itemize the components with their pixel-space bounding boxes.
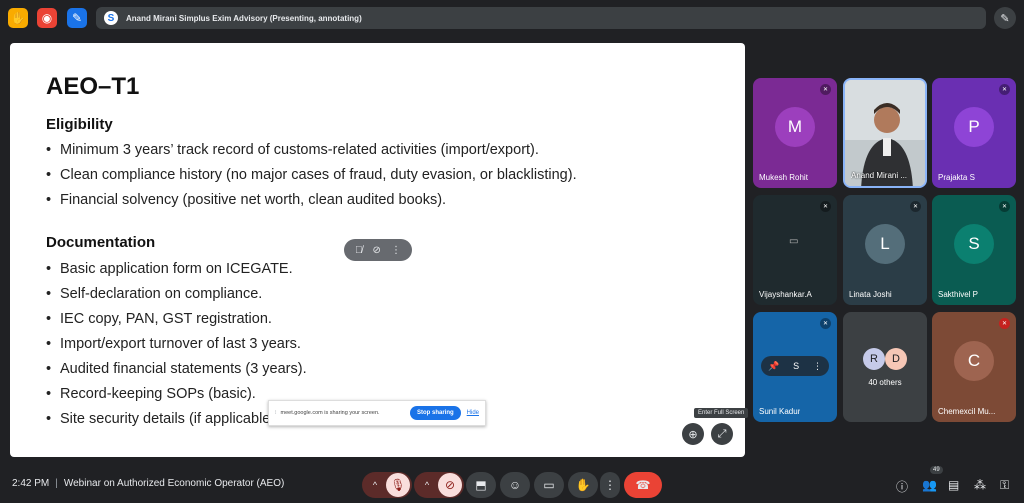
captions-button[interactable]: ▭ — [534, 472, 564, 498]
avatar: R — [863, 348, 885, 370]
separator: | — [55, 478, 58, 489]
slide-title: AEO–T1 — [46, 73, 140, 100]
list-item: Basic application form on ICEGATE. — [46, 257, 307, 282]
participant-name: Sunil Kadur — [759, 407, 801, 416]
list-item: IEC copy, PAN, GST registration. — [46, 307, 307, 332]
leave-call-button[interactable]: ☎ — [624, 472, 662, 498]
meeting-info: 2:42 PM | Webinar on Authorized Economic… — [12, 478, 284, 489]
others-tile[interactable]: R D 40 others — [843, 312, 927, 422]
raise-hand-button[interactable]: ✋ — [568, 472, 598, 498]
participant-tile[interactable]: ✕ P Prajakta S — [932, 78, 1016, 188]
bottom-bar: 2:42 PM | Webinar on Authorized Economic… — [0, 466, 1024, 503]
annotate-icon[interactable]: ✎ — [994, 7, 1016, 29]
emoji-button[interactable]: ☺ — [500, 472, 530, 498]
documentation-heading: Documentation — [46, 234, 156, 251]
pin-icon[interactable]: 📌 — [768, 361, 779, 372]
shared-slide: AEO–T1 Eligibility Minimum 3 years’ trac… — [10, 43, 745, 457]
list-item: Minimum 3 years’ track record of customs… — [46, 138, 577, 163]
info-icon[interactable]: ⓘ — [896, 478, 908, 495]
avatar: S — [954, 224, 994, 264]
chat-icon[interactable]: ▤ — [948, 478, 959, 492]
mic-muted-icon: ✕ — [820, 201, 831, 212]
drag-handle-icon[interactable]: ⁞ — [275, 410, 277, 416]
notes-icon[interactable]: ✎ — [67, 8, 87, 28]
participant-name: Linata Joshi — [849, 290, 892, 299]
sharing-notice-text: meet.google.com is sharing your screen. — [280, 410, 380, 416]
participant-count-badge: 49 — [930, 466, 943, 474]
camera-off-button[interactable]: ⊘ — [438, 473, 462, 497]
participant-name: Vijayshankar.A — [759, 290, 812, 299]
participant-tile-presenter[interactable]: ▮ Anand Mirani ... — [843, 78, 927, 188]
others-label: 40 others — [868, 378, 902, 387]
logo-icon: S — [793, 361, 800, 371]
participant-tile[interactable]: ✕ C Chemexcil Mu... — [932, 312, 1016, 422]
avatar: C — [954, 341, 994, 381]
avatar: D — [885, 348, 907, 370]
presenter-controls-pill: 🎙̸ ⊘ ⋮ — [344, 239, 412, 261]
mic-options-chevron-icon[interactable]: ^ — [364, 480, 386, 490]
presenter-logo-icon: S — [104, 11, 118, 25]
avatar: L — [865, 224, 905, 264]
participant-tile[interactable]: ✕ ▭ Vijayshankar.A — [753, 195, 837, 305]
mic-muted-icon: ✕ — [910, 201, 921, 212]
presenting-banner: S Anand Mirani Simplus Exim Advisory (Pr… — [96, 7, 986, 29]
participant-name: Sakthivel P — [938, 290, 979, 299]
participant-tile[interactable]: ✕ S Sakthivel P — [932, 195, 1016, 305]
hide-button[interactable]: Hide — [467, 410, 479, 416]
camera-off-icon: ▭ — [789, 236, 799, 247]
list-item: Financial solvency (positive net worth, … — [46, 188, 577, 213]
list-item: Import/export turnover of last 3 years. — [46, 332, 307, 357]
people-icon[interactable]: 👥 — [922, 478, 937, 492]
zoom-icon[interactable]: ⊕ — [682, 423, 704, 445]
participant-tile[interactable]: ✕ 📌 S ⋮ Sunil Kadur — [753, 312, 837, 422]
more-icon[interactable]: ⋮ — [813, 361, 822, 372]
camera-control: ^ ⊘ — [414, 472, 464, 498]
tile-controls: 📌 S ⋮ — [761, 356, 829, 376]
eligibility-heading: Eligibility — [46, 116, 113, 133]
eligibility-list: Minimum 3 years’ track record of customs… — [46, 138, 577, 213]
list-item: Clean compliance history (no major cases… — [46, 163, 577, 188]
list-item: Audited financial statements (3 years). — [46, 357, 307, 382]
record-icon[interactable]: ◉ — [37, 8, 57, 28]
avatar: M — [775, 107, 815, 147]
stop-sharing-button[interactable]: Stop sharing — [409, 406, 461, 420]
mic-off-icon[interactable]: 🎙̸ — [355, 245, 363, 256]
participant-name: Anand Mirani ... — [851, 171, 908, 180]
camera-options-chevron-icon[interactable]: ^ — [416, 480, 438, 490]
mic-muted-icon: ✕ — [999, 201, 1010, 212]
host-controls-icon[interactable]: ⚿ — [1000, 478, 1009, 493]
more-icon[interactable]: ⋮ — [391, 245, 401, 256]
sharing-notice: ⁞ meet.google.com is sharing your screen… — [268, 400, 486, 426]
avatar: P — [954, 107, 994, 147]
presenting-text: Anand Mirani Simplus Exim Advisory (Pres… — [126, 13, 362, 23]
participant-name: Mukesh Rohit — [759, 173, 808, 182]
fullscreen-icon[interactable]: ⤢ — [711, 423, 733, 445]
fullscreen-tooltip: Enter Full Screen — [694, 408, 749, 418]
hand-icon[interactable]: ✋ — [8, 8, 28, 28]
mic-muted-icon: ✕ — [820, 84, 831, 95]
participant-name: Prajakta S — [938, 173, 975, 182]
list-item: Self-declaration on compliance. — [46, 282, 307, 307]
clock-time: 2:42 PM — [12, 478, 50, 489]
mic-control: ^ 🎙 — [362, 472, 412, 498]
top-bar: ✋ ◉ ✎ S Anand Mirani Simplus Exim Adviso… — [0, 0, 1024, 36]
more-options-button[interactable]: ⋮ — [600, 472, 620, 498]
participant-tile[interactable]: ✕ M Mukesh Rohit — [753, 78, 837, 188]
participant-name: Chemexcil Mu... — [938, 407, 996, 416]
present-button[interactable]: ⬒ — [466, 472, 496, 498]
mic-muted-icon: ✕ — [820, 318, 831, 329]
mic-muted-icon: ✕ — [999, 318, 1010, 329]
participant-tile[interactable]: ✕ L Linata Joshi — [843, 195, 927, 305]
meeting-title: Webinar on Authorized Economic Operator … — [63, 478, 285, 489]
cam-off-icon[interactable]: ⊘ — [373, 245, 381, 256]
mic-muted-icon: ✕ — [999, 84, 1010, 95]
mic-off-button[interactable]: 🎙 — [386, 473, 410, 497]
activities-icon[interactable]: ⁂ — [974, 478, 986, 492]
